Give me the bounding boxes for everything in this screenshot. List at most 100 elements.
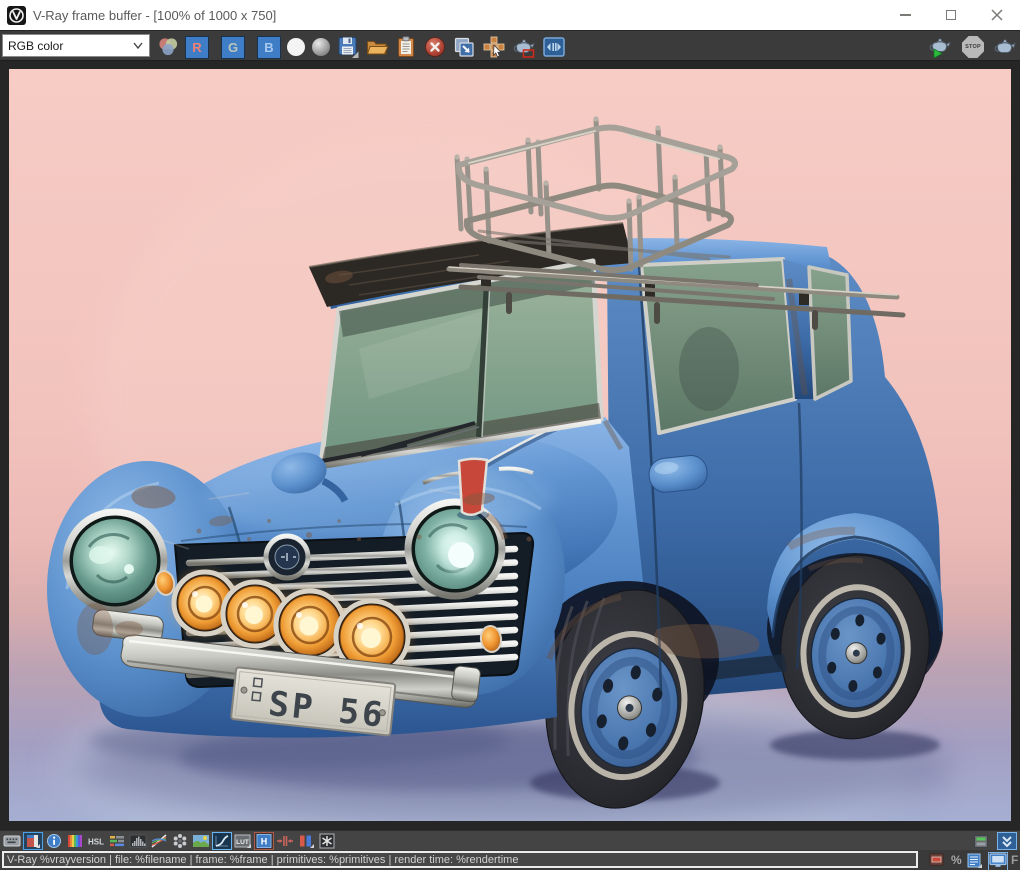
h-channel-icon: H xyxy=(256,834,272,848)
close-icon xyxy=(991,9,1003,21)
color-corrections-icon xyxy=(25,834,41,848)
info-icon xyxy=(46,833,62,849)
copy-clipboard-button[interactable] xyxy=(394,35,418,59)
channel-dropdown-value: RGB color xyxy=(8,39,63,53)
panel-toggle-icon xyxy=(973,834,989,849)
curve-correction-icon xyxy=(214,834,230,848)
status-text: V-Ray %vrayversion | file: %filename | f… xyxy=(7,854,518,866)
render-last-teapot-icon xyxy=(928,35,952,59)
chevrons-down-icon xyxy=(999,834,1015,849)
duplicate-icon xyxy=(452,35,476,59)
lut-icon: LUT xyxy=(234,834,252,848)
spectrum-button[interactable] xyxy=(66,833,84,849)
stop-sign-icon: STOP xyxy=(962,36,984,58)
mono-white-button[interactable] xyxy=(284,35,308,59)
region-indicator-icon xyxy=(929,853,944,866)
percent-toggle[interactable]: % xyxy=(951,853,962,867)
white-circle-icon xyxy=(287,38,305,56)
hsl-button[interactable]: HSL xyxy=(87,833,105,849)
levels-button[interactable] xyxy=(108,833,126,849)
h-channel-button[interactable]: H xyxy=(255,833,273,849)
background-image-button[interactable] xyxy=(192,833,210,849)
h-channel-label: H xyxy=(261,836,268,846)
color-circles-button[interactable] xyxy=(156,35,180,59)
corrections-toolbar: HSL xyxy=(0,830,1020,850)
exposure-button[interactable] xyxy=(297,833,315,849)
close-button[interactable] xyxy=(974,0,1020,30)
maximize-icon xyxy=(946,10,956,20)
region-render-button[interactable] xyxy=(512,35,536,59)
white-balance-button[interactable] xyxy=(171,833,189,849)
left-headlight xyxy=(66,512,164,610)
red-channel-button[interactable]: R xyxy=(185,36,209,59)
green-channel-label: G xyxy=(228,40,238,55)
display-correction-button[interactable] xyxy=(989,853,1007,870)
histogram-button[interactable] xyxy=(129,833,147,849)
expand-history-button[interactable] xyxy=(998,833,1016,849)
histogram-icon xyxy=(129,834,147,848)
info-button[interactable] xyxy=(45,833,63,849)
lut-label: LUT xyxy=(236,839,249,846)
copy-status-button[interactable] xyxy=(967,853,983,870)
spectrum-icon xyxy=(67,834,83,848)
folder-icon xyxy=(365,35,389,59)
color-corrections-button[interactable] xyxy=(24,833,42,849)
clipboard-icon xyxy=(394,35,418,59)
gray-sphere-icon xyxy=(312,38,330,56)
channel-dropdown[interactable]: RGB color xyxy=(2,34,150,57)
arrows-icon xyxy=(276,834,294,848)
vray-logo-icon xyxy=(7,6,26,25)
track-mouse-icon xyxy=(482,35,506,59)
stop-render-button[interactable]: STOP xyxy=(961,35,985,59)
chevron-down-icon xyxy=(133,42,143,49)
green-channel-button[interactable]: G xyxy=(221,36,245,59)
compare-ab-icon xyxy=(542,35,566,59)
white-balance-icon xyxy=(172,833,188,849)
rendered-image: SP 56 xyxy=(9,69,1011,821)
render-last-button[interactable] xyxy=(928,35,952,59)
exposure-icon xyxy=(297,834,315,848)
curves-icon xyxy=(150,834,168,848)
statusbar: V-Ray %vrayversion | file: %filename | f… xyxy=(0,850,1020,870)
blue-channel-button[interactable]: B xyxy=(257,36,281,59)
levels-icon xyxy=(108,834,126,848)
save-icon xyxy=(336,35,360,59)
keyboard-icon xyxy=(3,833,21,849)
background-image-icon xyxy=(192,834,210,848)
render-viewport[interactable]: SP 56 xyxy=(0,60,1020,830)
f-toggle[interactable]: F xyxy=(1011,853,1018,867)
titlebar[interactable]: V-Ray frame buffer - [100% of 1000 x 750… xyxy=(0,0,1020,30)
blue-channel-label: B xyxy=(264,40,273,55)
maximize-button[interactable] xyxy=(928,0,974,30)
duplicate-to-host-button[interactable] xyxy=(452,35,476,59)
stop-label: STOP xyxy=(965,44,981,50)
open-image-button[interactable] xyxy=(365,35,389,59)
red-channel-label: R xyxy=(192,40,201,55)
region-indicator-button[interactable] xyxy=(929,853,944,870)
icc-profile-button[interactable] xyxy=(318,833,336,849)
status-text-field: V-Ray %vrayversion | file: %filename | f… xyxy=(2,851,918,868)
save-image-button[interactable] xyxy=(336,35,360,59)
clear-image-button[interactable] xyxy=(423,35,447,59)
curves-button[interactable] xyxy=(150,833,168,849)
panel-toggle-button[interactable] xyxy=(972,833,990,849)
compare-ab-button[interactable] xyxy=(542,35,566,59)
minimize-icon xyxy=(900,14,911,16)
icc-profile-icon xyxy=(319,833,335,849)
keyboard-button[interactable] xyxy=(3,833,21,849)
main-toolbar: RGB color R G B xyxy=(0,30,1020,60)
track-mouse-button[interactable] xyxy=(482,35,506,59)
hsl-label: HSL xyxy=(88,837,104,846)
curve-correction-button[interactable] xyxy=(213,833,231,849)
monitor-icon xyxy=(989,853,1007,868)
region-render-teapot-icon xyxy=(512,35,536,59)
minimize-button[interactable] xyxy=(882,0,928,30)
color-circles-icon xyxy=(157,36,179,58)
lut-button[interactable]: LUT xyxy=(234,833,252,849)
vray-frame-buffer-window: V-Ray frame buffer - [100% of 1000 x 750… xyxy=(0,0,1020,870)
mono-sphere-button[interactable] xyxy=(309,35,333,59)
window-title: V-Ray frame buffer - [100% of 1000 x 750… xyxy=(33,8,276,23)
render-button[interactable] xyxy=(993,35,1017,59)
document-lines-icon xyxy=(967,853,983,868)
arrows-button[interactable] xyxy=(276,833,294,849)
